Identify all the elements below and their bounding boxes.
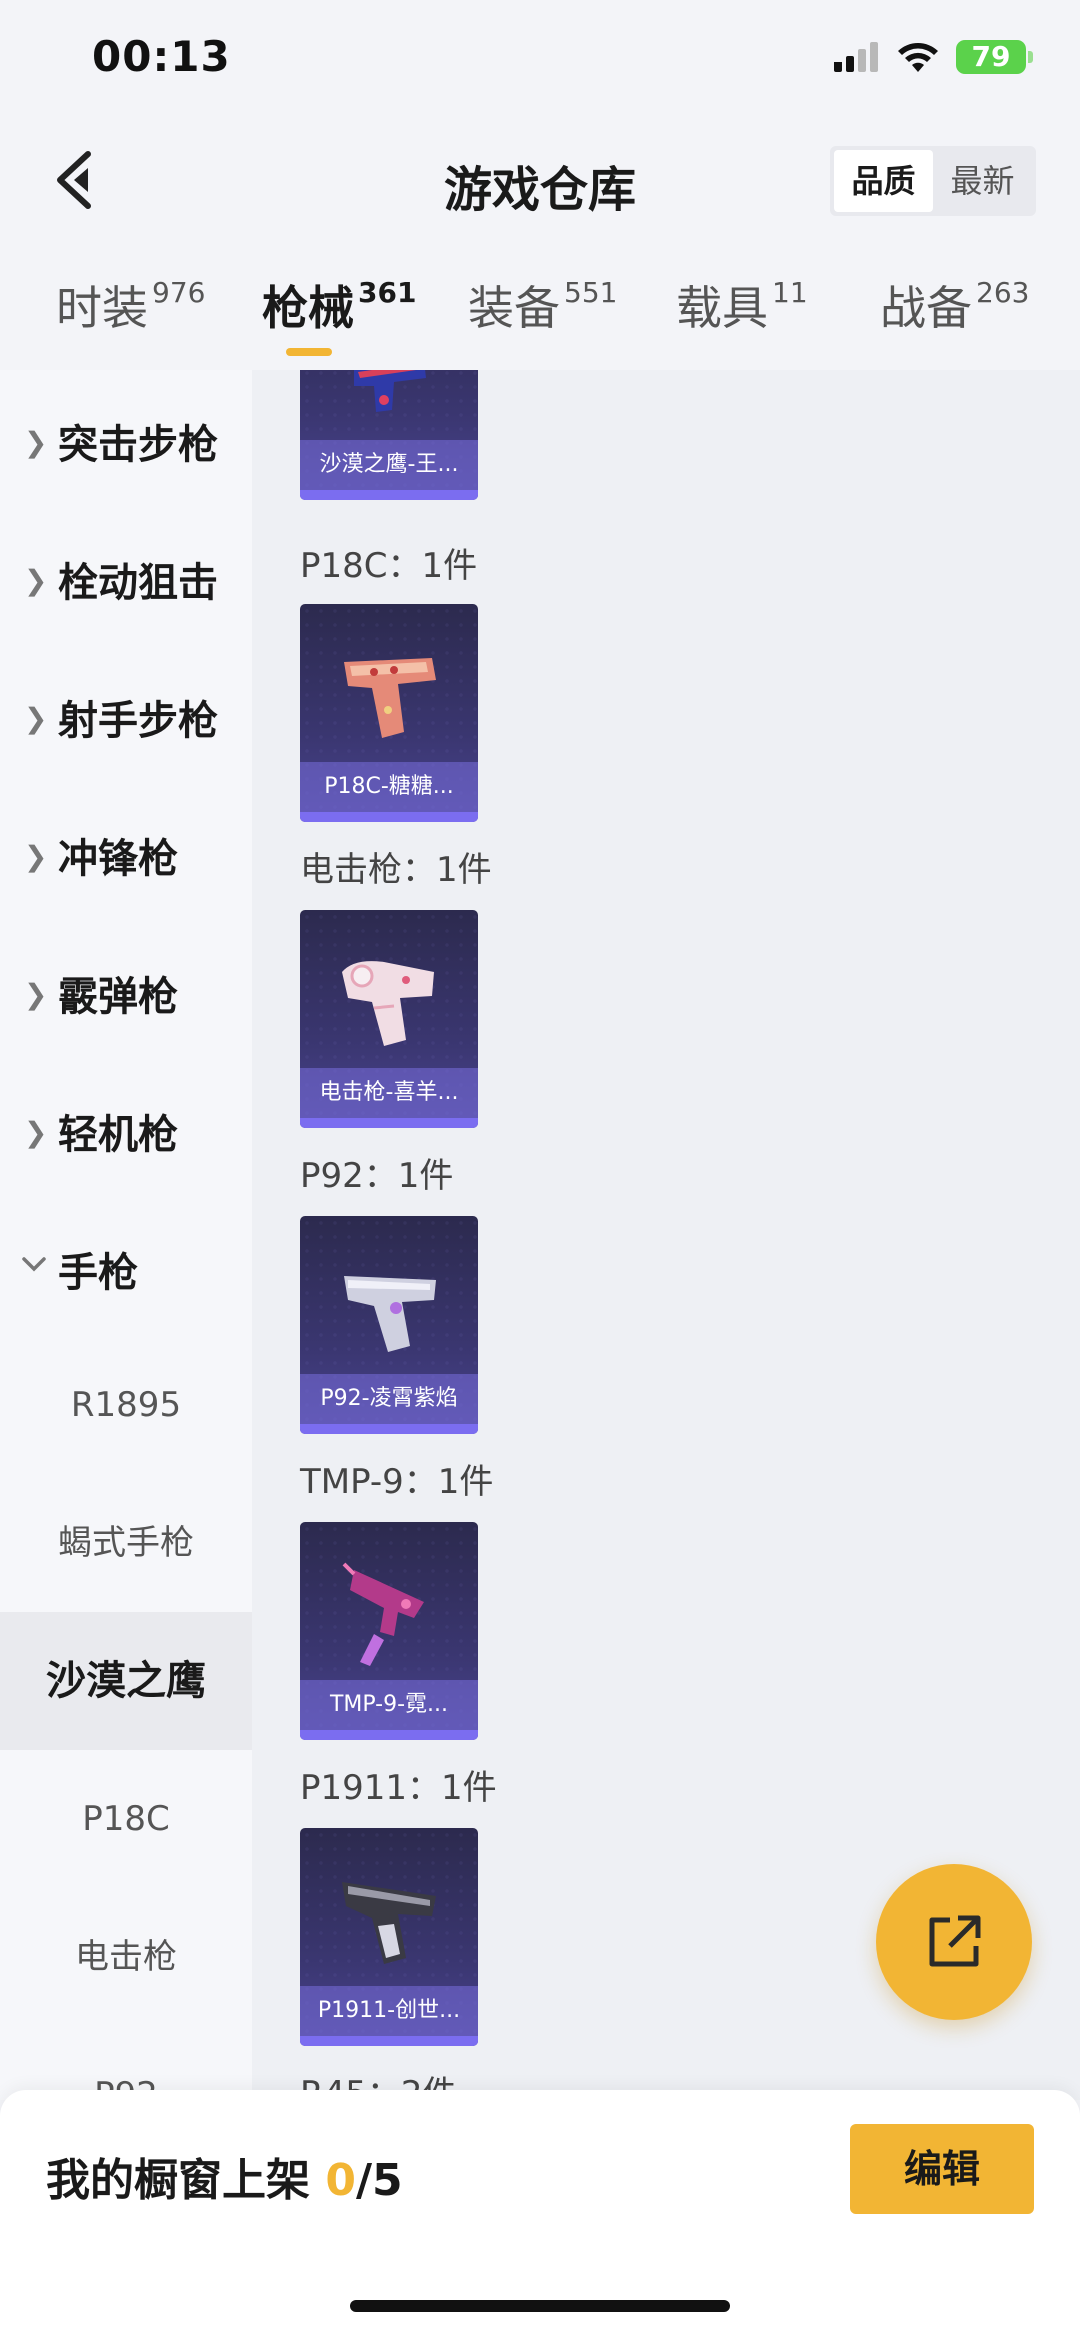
tab-label: 载具 — [676, 281, 768, 335]
category-label: 轻机枪 — [58, 1112, 178, 1158]
tab-supplies[interactable]: 战备 263 — [880, 272, 1029, 352]
chevron-down-icon — [22, 1257, 46, 1272]
tab-fashion[interactable]: 时装 976 — [56, 272, 205, 352]
weapon-type-sidebar: ❯ 突击步枪 ❯ 栓动狙击 ❯ 射手步枪 ❯ 冲锋枪 ❯ 霰弹枪 ❯ 轻机枪 手… — [0, 370, 252, 2100]
item-name: P18C-糖糖... — [300, 762, 478, 812]
showcase-total: /5 — [355, 2155, 403, 2206]
tab-guns[interactable]: 枪械 361 — [262, 272, 416, 352]
p92-skin-icon — [344, 1276, 436, 1352]
item-card[interactable]: 沙漠之鹰-王... — [300, 370, 478, 500]
status-bar: 00:13 79 — [0, 0, 1080, 120]
cellular-signal-icon — [834, 42, 878, 72]
share-button[interactable] — [876, 1864, 1032, 2020]
tab-vehicles[interactable]: 载具 11 — [676, 272, 808, 352]
item-card[interactable]: 电击枪-喜羊... — [300, 910, 478, 1128]
wifi-icon — [898, 43, 938, 72]
sidebar-category-bolt-sniper[interactable]: ❯ 栓动狙击 — [0, 508, 252, 646]
group-title: P18C：1件 — [300, 546, 478, 586]
app-root: 00:13 79 游戏仓库 品质 最新 时装 976 枪械 361 装备 551… — [0, 0, 1080, 2339]
chevron-right-icon: ❯ — [24, 564, 48, 597]
card-rarity-bar — [300, 490, 478, 500]
share-icon — [929, 1915, 981, 1967]
tab-label: 战备 — [880, 281, 972, 335]
showcase-label: 我的橱窗上架 — [46, 2155, 326, 2206]
status-time: 00:13 — [92, 32, 231, 81]
stun-gun-skin-icon — [342, 961, 434, 1046]
sidebar-item-stun-gun[interactable]: 电击枪 — [0, 1888, 252, 2026]
chevron-right-icon: ❯ — [24, 978, 48, 1011]
item-name: 电击枪-喜羊... — [300, 1068, 478, 1118]
group-title: P1911：1件 — [300, 1768, 497, 1808]
tab-count: 361 — [358, 276, 417, 309]
item-name: P92-凌霄紫焰 — [300, 1374, 478, 1424]
card-rarity-bar — [300, 812, 478, 822]
header: 游戏仓库 品质 最新 — [0, 120, 1080, 240]
category-label: 突击步枪 — [58, 422, 218, 468]
battery-icon: 79 — [956, 40, 1033, 74]
item-card[interactable]: P1911-创世... — [300, 1828, 478, 2046]
sort-quality-button[interactable]: 品质 — [834, 150, 933, 212]
group-title: 电击枪：1件 — [300, 850, 492, 890]
sidebar-item-p92[interactable]: P92 — [0, 2026, 252, 2100]
tab-count: 976 — [152, 276, 206, 309]
sidebar-category-pistol[interactable]: 手枪 — [0, 1198, 252, 1336]
tab-label: 枪械 — [262, 281, 354, 335]
home-indicator — [350, 2300, 730, 2312]
sidebar-category-smg[interactable]: ❯ 冲锋枪 — [0, 784, 252, 922]
showcase-status: 我的橱窗上架 0/5 — [46, 2144, 403, 2208]
item-list: 沙漠之鹰-王... P18C：1件 P18C-糖糖... 电击枪：1件 电击枪-… — [252, 370, 1080, 2100]
tmp9-skin-icon — [342, 1562, 424, 1666]
category-label: 栓动狙击 — [58, 560, 218, 606]
item-card[interactable]: P18C-糖糖... — [300, 604, 478, 822]
tab-label: 时装 — [56, 281, 148, 335]
card-rarity-bar — [300, 1424, 478, 1434]
tab-label: 装备 — [468, 281, 560, 335]
sort-toggle: 品质 最新 — [830, 146, 1036, 216]
sort-newest-button[interactable]: 最新 — [933, 150, 1032, 212]
sidebar-item-scorpion-pistol[interactable]: 蝎式手枪 — [0, 1474, 252, 1612]
category-label: 霰弹枪 — [58, 974, 178, 1020]
battery-level: 79 — [971, 40, 1011, 73]
sidebar-category-shotgun[interactable]: ❯ 霰弹枪 — [0, 922, 252, 1060]
sidebar-item-r1895[interactable]: R1895 — [0, 1336, 252, 1474]
tab-equipment[interactable]: 装备 551 — [468, 272, 617, 352]
category-label: 手枪 — [58, 1250, 138, 1296]
p1911-skin-icon — [342, 1882, 436, 1964]
item-name: 沙漠之鹰-王... — [300, 440, 478, 490]
sidebar-category-marksman-rifle[interactable]: ❯ 射手步枪 — [0, 646, 252, 784]
p18c-skin-icon — [344, 658, 436, 738]
group-title: P92：1件 — [300, 1156, 454, 1196]
card-rarity-bar — [300, 1118, 478, 1128]
chevron-right-icon: ❯ — [24, 426, 48, 459]
card-rarity-bar — [300, 2036, 478, 2046]
sidebar-category-assault-rifle[interactable]: ❯ 突击步枪 — [0, 370, 252, 508]
card-rarity-bar — [300, 1730, 478, 1740]
sidebar-item-desert-eagle[interactable]: 沙漠之鹰 — [0, 1612, 252, 1750]
item-name: P1911-创世... — [300, 1986, 478, 2036]
chevron-right-icon: ❯ — [24, 702, 48, 735]
category-label: 冲锋枪 — [58, 836, 178, 882]
group-title: TMP-9：1件 — [300, 1462, 494, 1502]
chevron-right-icon: ❯ — [24, 1116, 48, 1149]
item-card[interactable]: P92-凌霄紫焰 — [300, 1216, 478, 1434]
active-tab-indicator — [286, 348, 332, 356]
sidebar-item-p18c[interactable]: P18C — [0, 1750, 252, 1888]
edit-button[interactable]: 编辑 — [850, 2124, 1034, 2214]
tab-count: 551 — [564, 276, 618, 309]
showcase-current-count: 0 — [325, 2155, 356, 2206]
tab-count: 263 — [976, 276, 1030, 309]
category-tabs: 时装 976 枪械 361 装备 551 载具 11 战备 263 — [0, 260, 1080, 370]
chevron-right-icon: ❯ — [24, 840, 48, 873]
tab-count: 11 — [772, 276, 808, 309]
category-label: 射手步枪 — [58, 698, 218, 744]
item-card[interactable]: TMP-9-霓... — [300, 1522, 478, 1740]
desert-eagle-skin-icon — [354, 370, 426, 412]
sidebar-category-lmg[interactable]: ❯ 轻机枪 — [0, 1060, 252, 1198]
item-name: TMP-9-霓... — [300, 1680, 478, 1730]
